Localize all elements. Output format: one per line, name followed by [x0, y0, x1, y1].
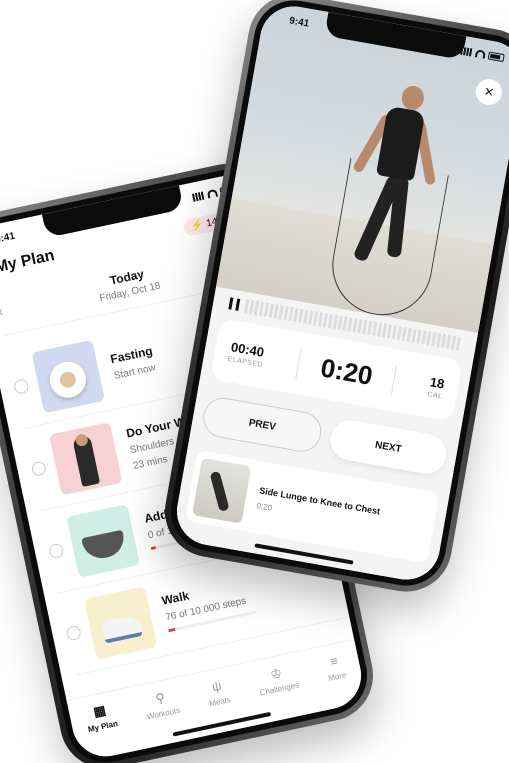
elapsed-block: 00:40 ELAPSED — [227, 339, 266, 369]
lightning-icon: ⚡ — [190, 218, 205, 233]
calendar-icon: ▦ — [92, 702, 108, 720]
player-panel: 00:40 ELAPSED 0:20 18 CAL PREV NEXT Side… — [171, 286, 479, 585]
tab-label: Workouts — [146, 705, 181, 722]
calories-value: 18 — [428, 374, 446, 392]
next-exercise-thumbnail — [192, 457, 252, 524]
menu-icon: ≡ — [328, 652, 340, 670]
tab-workouts[interactable]: ⚲ Workouts — [142, 688, 186, 747]
prev-button[interactable]: PREV — [200, 394, 325, 455]
task-checkbox[interactable] — [65, 624, 82, 641]
tab-label: My Plan — [87, 718, 119, 735]
task-progress-fill — [150, 546, 156, 551]
tab-more[interactable]: ≡ More — [324, 653, 353, 709]
fasting-thumbnail — [31, 339, 105, 413]
close-icon: ✕ — [482, 84, 496, 100]
task-checkbox[interactable] — [47, 542, 65, 559]
tab-my-plan[interactable]: ▦ My Plan — [83, 701, 124, 759]
status-icons — [460, 46, 505, 63]
tab-label: More — [327, 670, 348, 683]
signal-icon — [191, 191, 206, 202]
pause-icon[interactable] — [228, 297, 241, 311]
task-subtitle: Start now — [112, 361, 157, 382]
tab-label: Challenges — [258, 680, 300, 698]
page-title: My Plan — [0, 247, 56, 277]
task-text: Fasting Start now — [109, 343, 157, 381]
wifi-icon — [474, 49, 487, 59]
countdown-timer: 0:20 — [295, 347, 398, 396]
date-display: Today Friday, Oct 18 — [95, 264, 162, 304]
workout-player-phone: 9:41 ✕ 00:40 ELAPSED 0:20 18 CAL PREV NE… — [157, 0, 509, 599]
status-time: 9:41 — [0, 230, 16, 246]
dumbbell-icon: ⚲ — [154, 689, 167, 707]
next-button[interactable]: NEXT — [327, 417, 450, 477]
food-thumbnail — [66, 503, 140, 578]
task-progress-fill — [167, 627, 176, 633]
next-exercise-text: Side Lunge to Knee to Chest 0:20 — [256, 485, 381, 531]
workout-thumbnail — [48, 421, 123, 496]
walk-thumbnail — [83, 585, 158, 660]
chevron-left-icon[interactable]: ‹ — [0, 303, 4, 320]
utensils-icon: ψ — [210, 677, 223, 695]
wifi-icon — [206, 188, 219, 199]
trophy-icon: ♔ — [268, 664, 284, 682]
calories-label: CAL — [426, 391, 443, 401]
task-text: Walk 76 of 10 000 steps — [161, 575, 257, 633]
task-checkbox[interactable] — [30, 459, 47, 477]
status-time: 9:41 — [288, 14, 311, 30]
tab-label: Meals — [208, 695, 232, 709]
task-checkbox[interactable] — [12, 377, 30, 395]
calories-block: 18 CAL — [427, 374, 446, 400]
battery-icon — [487, 51, 505, 63]
